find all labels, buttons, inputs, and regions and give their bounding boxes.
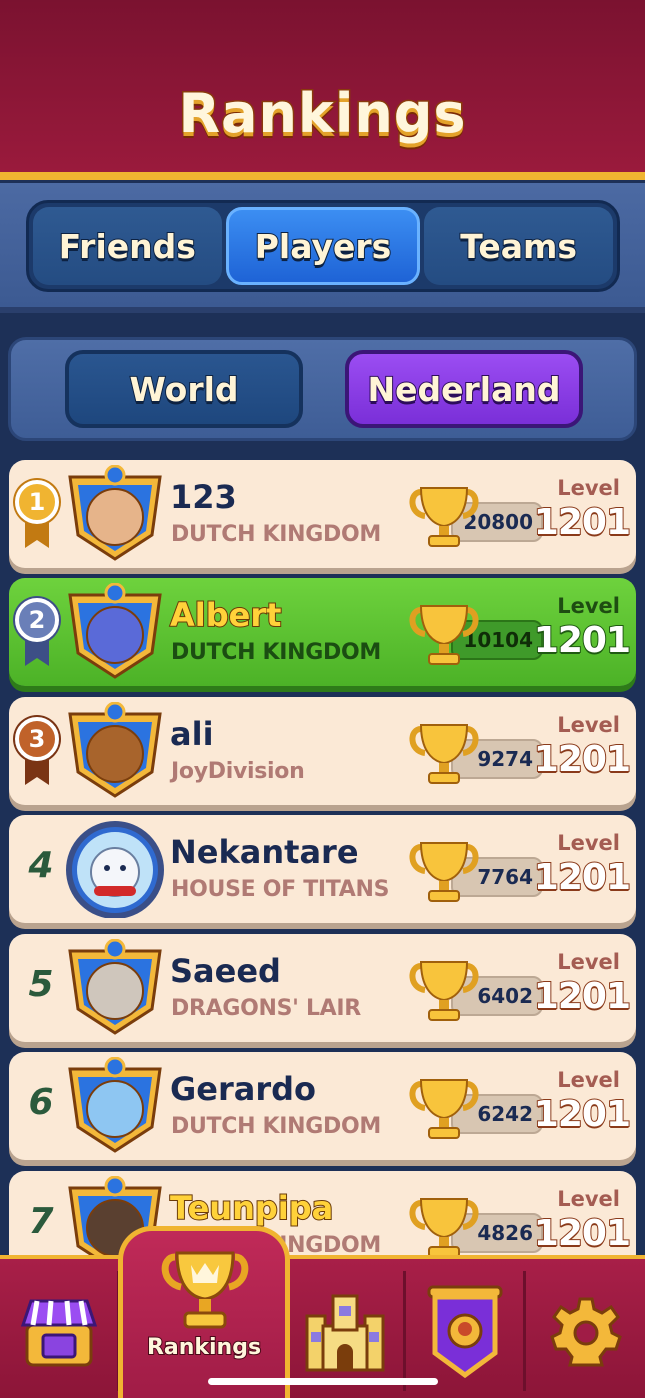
rank-number: 3 (15, 717, 59, 761)
settings-gear-icon (550, 1297, 622, 1367)
trophy-icon (409, 842, 479, 902)
level-value: 1201 (533, 1093, 632, 1136)
rankings-trophy-icon (161, 1251, 249, 1329)
rank-medal-icon: 1 (15, 480, 61, 552)
level-label: Level (557, 1068, 620, 1092)
level-value: 1201 (533, 501, 632, 544)
leaderboard-row-self[interactable]: 2 Albert DUTCH KINGDOM 10104 Level 1201 (9, 578, 636, 686)
nav-rankings-label: Rankings (146, 1334, 262, 1361)
trophy-icon (409, 724, 479, 784)
rank-number: 7 (28, 1201, 54, 1242)
player-name: 123 (170, 478, 237, 516)
player-team: JoyDivision (171, 759, 305, 784)
trophy-icon (409, 1079, 479, 1139)
player-avatar[interactable] (64, 702, 166, 800)
nav-settings[interactable] (526, 1271, 645, 1391)
rank-medal-icon: 3 (15, 717, 61, 789)
leaderboard-row[interactable]: 7 Teunpipa DUTCH KINGDOM 4826 Level 1201 (9, 1171, 636, 1255)
player-avatar[interactable] (64, 820, 166, 918)
region-selector: World Nederland (8, 337, 637, 441)
leaderboard-row[interactable]: 4 Nekantare HOUSE OF TITANS 7764 Level 1… (9, 815, 636, 923)
player-avatar[interactable] (64, 939, 166, 1037)
home-indicator[interactable] (208, 1378, 438, 1385)
rank-number: 6 (28, 1082, 54, 1123)
player-team: DRAGONS' LAIR (171, 996, 361, 1021)
trophy-icon (409, 487, 479, 547)
leaderboard-row[interactable]: 6 Gerardo DUTCH KINGDOM 6242 Level 1201 (9, 1052, 636, 1160)
nav-castle[interactable] (286, 1271, 406, 1391)
tab-friends[interactable]: Friends (33, 207, 222, 285)
leaderboard-row[interactable]: 5 Saeed DRAGONS' LAIR 6402 Level 1201 (9, 934, 636, 1042)
level-label: Level (557, 950, 620, 974)
page-title: Rankings (177, 81, 467, 147)
level-label: Level (557, 831, 620, 855)
rank-medal-icon: 2 (15, 598, 61, 670)
ranking-tabs: Friends Players Teams (26, 200, 620, 292)
level-value: 1201 (533, 856, 632, 899)
leaderboard-list[interactable]: 1 123 DUTCH KINGDOM 20800 Level 1201 2 A… (0, 460, 645, 1255)
level-value: 1201 (533, 1212, 632, 1255)
bottom-nav (0, 1255, 645, 1398)
player-name: Teunpipa (169, 1188, 334, 1228)
rank-number: 4 (28, 845, 54, 886)
shop-icon (20, 1299, 97, 1367)
rank-number: 1 (15, 480, 59, 524)
rank-number: 2 (15, 598, 59, 642)
player-avatar[interactable] (64, 583, 166, 681)
castle-icon (305, 1294, 384, 1372)
player-name: Albert (169, 595, 282, 635)
tab-teams[interactable]: Teams (424, 207, 614, 285)
player-team: DUTCH KINGDOM (171, 640, 382, 665)
level-value: 1201 (533, 975, 632, 1018)
level-label: Level (557, 713, 620, 737)
region-local-button[interactable]: Nederland (345, 350, 583, 428)
player-team: DUTCH KINGDOM (171, 1114, 382, 1139)
trophy-icon (409, 961, 479, 1021)
trophy-icon (409, 1198, 479, 1255)
level-label: Level (557, 594, 620, 618)
header-bar: Rankings (0, 0, 645, 180)
tab-players[interactable]: Players (225, 207, 421, 285)
player-avatar[interactable] (64, 465, 166, 563)
player-name: Gerardo (170, 1070, 317, 1108)
leaderboard-row[interactable]: 3 ali JoyDivision 9274 Level 1201 (9, 697, 636, 805)
level-label: Level (557, 476, 620, 500)
player-avatar[interactable] (64, 1057, 166, 1155)
player-name: Nekantare (170, 833, 359, 871)
team-banner-icon (427, 1285, 502, 1379)
trophy-icon (409, 605, 479, 665)
nav-rankings[interactable]: Rankings (118, 1226, 290, 1398)
player-name: Saeed (170, 952, 281, 990)
nav-shop[interactable] (0, 1271, 120, 1391)
player-team: HOUSE OF TITANS (171, 877, 390, 902)
level-value: 1201 (533, 619, 632, 662)
player-name: ali (170, 715, 214, 753)
leaderboard-row[interactable]: 1 123 DUTCH KINGDOM 20800 Level 1201 (9, 460, 636, 568)
nav-team[interactable] (406, 1271, 526, 1391)
rank-number: 5 (28, 964, 54, 1005)
region-world-button[interactable]: World (65, 350, 303, 428)
level-value: 1201 (533, 738, 632, 781)
level-label: Level (557, 1187, 620, 1211)
player-team: DUTCH KINGDOM (171, 522, 382, 547)
